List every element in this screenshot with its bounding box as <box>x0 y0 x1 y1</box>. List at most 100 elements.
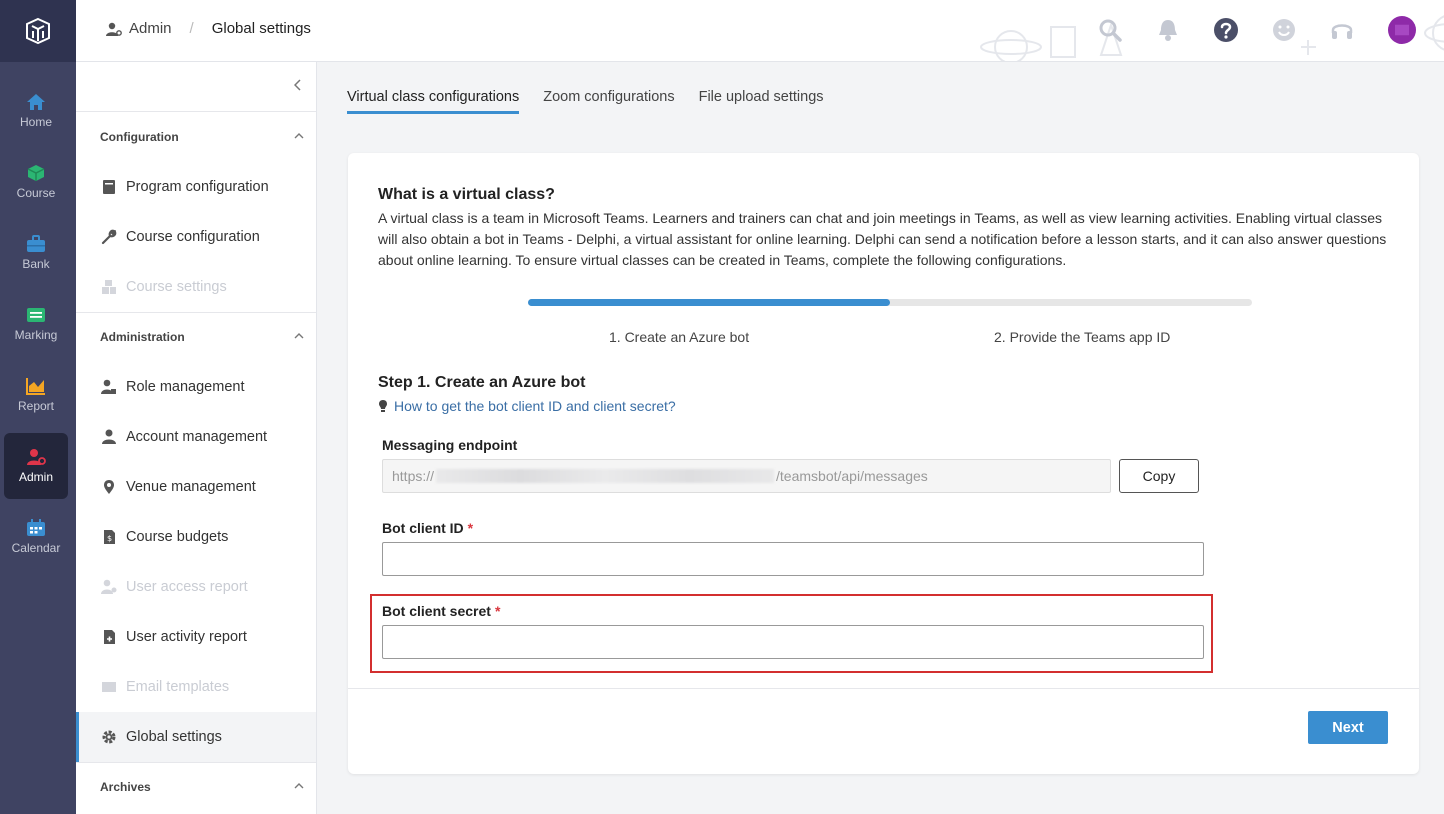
report-doc-icon <box>100 628 118 646</box>
menu-item-account-management[interactable]: Account management <box>76 412 316 462</box>
menu-item-user-access-report: User access report <box>76 562 316 612</box>
user-access-icon <box>100 578 118 596</box>
tab-virtual-class-configurations[interactable]: Virtual class configurations <box>347 89 520 114</box>
chevron-left-icon <box>293 79 301 91</box>
chevron-up-icon[interactable] <box>294 330 304 342</box>
help-icon <box>1214 18 1238 42</box>
messaging-endpoint-label: Messaging endpoint <box>382 437 518 453</box>
breadcrumb-separator: / <box>189 20 194 37</box>
required-marker: * <box>494 603 501 619</box>
menu-item-role-management[interactable]: Role management <box>76 362 316 412</box>
calendar-icon <box>27 519 45 536</box>
breadcrumb-current: Global settings <box>211 20 311 37</box>
copy-button[interactable]: Copy <box>1119 459 1199 493</box>
menu-item-label: Account management <box>126 429 268 445</box>
section-archives[interactable]: Archives <box>100 780 151 794</box>
help-link-text[interactable]: How to get the bot client ID and client … <box>394 398 676 414</box>
settings-tabs: Virtual class configurations Zoom config… <box>347 89 848 114</box>
tab-file-upload-settings[interactable]: File upload settings <box>699 89 824 114</box>
menu-item-course-budgets[interactable]: $ Course budgets <box>76 512 316 562</box>
endpoint-prefix: https:// <box>392 468 435 484</box>
card-description: A virtual class is a team in Microsoft T… <box>378 210 1387 268</box>
menu-item-course-configuration[interactable]: Course configuration <box>76 212 316 262</box>
admin-crumb-icon <box>106 22 122 36</box>
section-administration[interactable]: Administration <box>100 330 185 344</box>
next-button[interactable]: Next <box>1308 711 1388 744</box>
menu-item-label: Venue management <box>126 479 256 495</box>
chevron-up-icon[interactable] <box>294 780 304 792</box>
user-lock-icon <box>100 378 118 396</box>
menu-divider <box>76 762 316 763</box>
bot-client-secret-label-text: Bot client secret <box>382 603 491 619</box>
app-logo[interactable] <box>0 0 76 62</box>
user-icon <box>100 428 118 446</box>
marking-icon <box>27 308 45 322</box>
book-icon <box>100 178 118 196</box>
help-link[interactable]: How to get the bot client ID and client … <box>378 398 676 414</box>
rail-home-label: Home <box>19 115 52 129</box>
menu-item-label: Course settings <box>126 279 227 295</box>
menu-item-label: Course budgets <box>126 529 229 545</box>
admin-user-icon <box>27 449 46 465</box>
left-rail: Home Course Bank Marking Report Admin Ca… <box>0 0 76 814</box>
bot-client-id-input[interactable] <box>382 542 1204 576</box>
menu-item-label: Global settings <box>126 729 222 745</box>
search-button[interactable] <box>1096 16 1124 44</box>
svg-text:$: $ <box>107 534 112 543</box>
support-button[interactable] <box>1328 16 1356 44</box>
step-1-label: 1. Create an Azure bot <box>609 329 750 345</box>
menu-item-label: Program configuration <box>126 179 269 195</box>
feedback-button[interactable] <box>1270 16 1298 44</box>
collapse-menu-button[interactable] <box>293 78 302 94</box>
budget-doc-icon: $ <box>100 528 118 546</box>
notifications-button[interactable] <box>1154 16 1182 44</box>
rail-home[interactable]: Home <box>4 78 68 144</box>
chart-icon <box>26 378 45 395</box>
bot-client-secret-input[interactable] <box>382 625 1204 659</box>
header-doodle-decoration <box>980 15 1444 61</box>
search-icon <box>1099 19 1122 42</box>
menu-item-program-configuration[interactable]: Program configuration <box>76 162 316 212</box>
rail-bank[interactable]: Bank <box>4 220 68 286</box>
bell-icon <box>1159 20 1177 41</box>
menu-item-label: Course configuration <box>126 229 260 245</box>
rail-marking[interactable]: Marking <box>4 291 68 357</box>
rail-course-label: Course <box>16 186 56 200</box>
menu-item-global-settings[interactable]: Global settings <box>76 712 316 762</box>
rail-report[interactable]: Report <box>4 362 68 428</box>
rail-calendar-label: Calendar <box>11 541 61 555</box>
breadcrumb-parent[interactable]: Admin <box>129 20 172 37</box>
menu-item-user-activity-report[interactable]: User activity report <box>76 612 316 662</box>
step-progress-bar <box>528 299 1252 306</box>
required-marker: * <box>467 520 474 536</box>
card-footer-divider <box>348 688 1419 689</box>
menu-item-label: Role management <box>126 379 245 395</box>
rail-course[interactable]: Course <box>4 149 68 215</box>
headset-icon <box>1331 24 1353 39</box>
logo-icon <box>26 17 50 45</box>
endpoint-suffix: /teamsbot/api/messages <box>776 468 928 484</box>
section-configuration[interactable]: Configuration <box>100 130 179 144</box>
bot-client-id-label: Bot client ID * <box>382 520 473 536</box>
menu-item-label: Email templates <box>126 679 230 695</box>
tab-zoom-configurations[interactable]: Zoom configurations <box>543 89 674 114</box>
smiley-icon <box>1273 19 1295 41</box>
menu-divider <box>76 312 316 313</box>
top-header: Admin / Global settings <box>76 0 1444 62</box>
menu-item-label: User access report <box>126 579 248 595</box>
user-avatar[interactable] <box>1388 16 1416 44</box>
menu-item-course-settings: Course settings <box>76 262 316 312</box>
cube-icon <box>27 165 45 181</box>
menu-item-venue-management[interactable]: Venue management <box>76 462 316 512</box>
chevron-up-icon[interactable] <box>294 130 304 142</box>
bot-client-id-label-text: Bot client ID <box>382 520 464 536</box>
menu-item-label: User activity report <box>126 629 247 645</box>
rail-calendar[interactable]: Calendar <box>4 504 68 570</box>
rail-admin[interactable]: Admin <box>4 433 68 499</box>
home-icon <box>27 94 45 110</box>
rail-admin-label: Admin <box>18 470 53 484</box>
help-button[interactable] <box>1212 16 1240 44</box>
side-menu: Configuration Program configuration Cour… <box>76 62 317 814</box>
lightbulb-icon <box>379 400 387 412</box>
messaging-endpoint-field[interactable]: https:// /teamsbot/api/messages <box>382 459 1111 493</box>
